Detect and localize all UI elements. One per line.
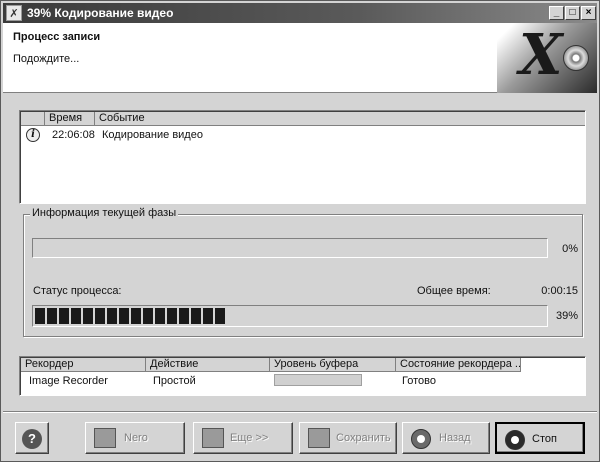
back-button-label: Назад: [439, 432, 471, 444]
rec-state: Готово: [402, 375, 436, 387]
progress-segment: [167, 308, 177, 324]
progress-segment: [107, 308, 117, 324]
progress-segment: [143, 308, 153, 324]
log-column-time[interactable]: Время: [45, 112, 95, 126]
rec-recorder-name[interactable]: Image Recorder: [29, 375, 108, 387]
disc-icon: [563, 45, 589, 71]
log-row[interactable]: i 22:06:08 Кодирование видео: [21, 128, 581, 144]
overall-progress-percent: 39%: [555, 310, 578, 322]
help-button[interactable]: ?: [15, 422, 49, 454]
rec-column-buffer[interactable]: Уровень буфера: [270, 358, 396, 372]
phase-progress-percent: 0%: [562, 243, 578, 255]
rec-column-action[interactable]: Действие: [146, 358, 270, 372]
help-icon: ?: [22, 429, 42, 449]
progress-segment: [47, 308, 57, 324]
rec-column-state[interactable]: Состояние рекордера ...: [396, 358, 521, 372]
group-legend: Информация текущей фазы: [30, 207, 179, 219]
progress-segment: [59, 308, 69, 324]
floppy-disk-icon: [308, 428, 330, 448]
more-button-label: Еще >>: [230, 432, 269, 444]
log-column-event[interactable]: Событие: [95, 112, 585, 126]
nero-app-icon: [94, 428, 116, 448]
stop-button[interactable]: Стоп: [495, 422, 585, 454]
back-arrow-icon: [411, 429, 431, 449]
header-panel: Процесс записи Подождите... X: [3, 23, 597, 93]
stop-icon: [505, 430, 525, 450]
close-button[interactable]: ×: [581, 6, 596, 20]
progress-segment: [215, 308, 225, 324]
page-title: Процесс записи: [13, 31, 101, 43]
progress-segment: [35, 308, 45, 324]
progress-segment: [131, 308, 141, 324]
progress-segment: [179, 308, 189, 324]
minimize-button[interactable]: _: [549, 6, 564, 20]
log-time: 22:06:08: [52, 129, 95, 141]
title-bar[interactable]: ✗ 39% Кодирование видео _ □ ×: [3, 3, 597, 23]
progress-segment: [71, 308, 81, 324]
progress-segment: [203, 308, 213, 324]
button-separator: [3, 411, 597, 413]
total-time-label: Общее время:: [417, 285, 491, 297]
log-event: Кодирование видео: [102, 129, 203, 141]
more-button[interactable]: Еще >>: [193, 422, 293, 454]
nero-button[interactable]: Nero: [85, 422, 185, 454]
monitor-icon: [202, 428, 224, 448]
progress-segment: [191, 308, 201, 324]
app-icon[interactable]: ✗: [6, 5, 22, 21]
save-button-label: Сохранить: [336, 432, 391, 444]
current-phase-group: Информация текущей фазы 0% Статус процес…: [23, 207, 583, 337]
overall-progress-fill: [35, 308, 545, 324]
info-icon: i: [26, 128, 40, 142]
page-subtitle: Подождите...: [13, 53, 80, 65]
overall-progress-bar: [32, 305, 548, 327]
progress-segment: [95, 308, 105, 324]
event-log[interactable]: Время Событие i 22:06:08 Кодирование вид…: [19, 110, 586, 204]
log-column-icon[interactable]: [21, 112, 45, 126]
window-title: 39% Кодирование видео: [27, 6, 174, 20]
phase-progress-bar: [32, 238, 548, 258]
save-button[interactable]: Сохранить: [299, 422, 397, 454]
rec-action: Простой: [153, 375, 196, 387]
recorder-table[interactable]: Рекордер Действие Уровень буфера Состоян…: [19, 356, 586, 396]
nero-button-label: Nero: [124, 432, 148, 444]
maximize-button[interactable]: □: [565, 6, 580, 20]
progress-segment: [155, 308, 165, 324]
progress-segment: [83, 308, 93, 324]
buffer-level-bar: [274, 374, 362, 386]
nero-logo: X: [497, 23, 597, 93]
status-label: Статус процесса:: [33, 285, 122, 297]
total-time-value: 0:00:15: [541, 285, 578, 297]
encoding-window: ✗ 39% Кодирование видео _ □ × Процесс за…: [0, 0, 600, 462]
back-button[interactable]: Назад: [402, 422, 490, 454]
logo-x-icon: X: [519, 22, 563, 88]
stop-button-label: Стоп: [532, 433, 557, 445]
rec-column-recorder[interactable]: Рекордер: [21, 358, 146, 372]
progress-segment: [119, 308, 129, 324]
